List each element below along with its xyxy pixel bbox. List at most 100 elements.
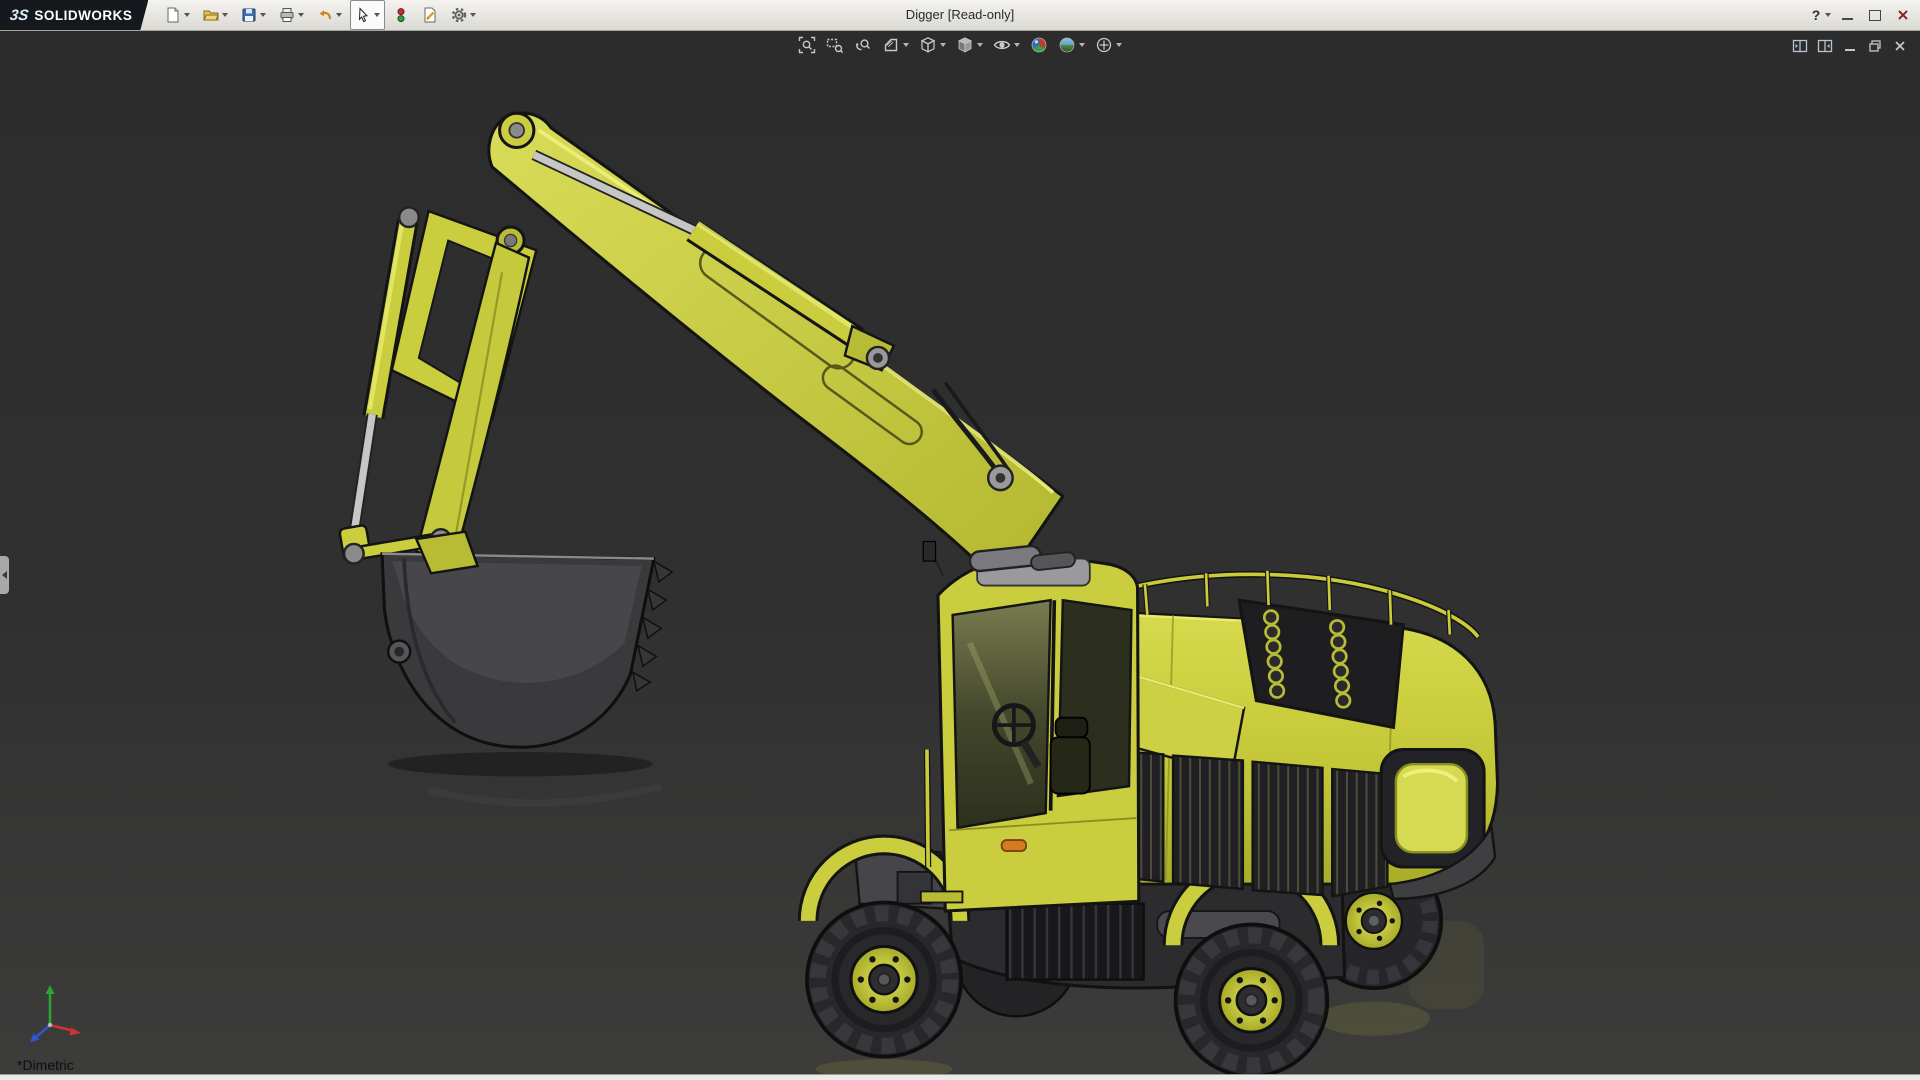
close-doc-icon	[1895, 41, 1905, 51]
close-button[interactable]	[1890, 4, 1916, 26]
viewport-3d-canvas[interactable]	[0, 30, 1920, 1075]
maximize-icon	[1869, 9, 1881, 21]
file-properties-button[interactable]	[417, 0, 443, 30]
new-document-icon	[167, 7, 179, 23]
chevron-down-icon[interactable]	[336, 13, 343, 17]
chevron-down-icon[interactable]	[977, 43, 983, 47]
grille-panel	[1331, 767, 1389, 898]
chevron-down-icon[interactable]	[903, 43, 909, 47]
zoom-to-area-icon	[826, 38, 844, 54]
rebuild-icon	[397, 8, 405, 23]
view-orientation-icon	[920, 37, 936, 53]
mirror	[922, 540, 937, 562]
zoom-to-fit-button[interactable]	[795, 34, 819, 56]
bucket-shadow	[388, 751, 653, 777]
view-orientation-button[interactable]	[916, 34, 949, 56]
chevron-down-icon[interactable]	[470, 13, 477, 17]
status-bar	[0, 1074, 1920, 1080]
solidworks-window: { "app": { "brand_mark": "3S", "brand": …	[0, 0, 1920, 1080]
rebuild-button[interactable]	[388, 0, 414, 30]
chevron-down-icon[interactable]	[940, 43, 946, 47]
wheel-front-near[interactable]	[805, 900, 964, 1059]
minimize-button[interactable]	[1834, 4, 1860, 26]
close-doc-button[interactable]	[1890, 37, 1910, 55]
cab[interactable]	[919, 540, 1141, 913]
help-button[interactable]: ?	[1806, 4, 1832, 26]
new-document-button[interactable]	[160, 0, 195, 30]
y-axis-arrow	[45, 985, 55, 994]
cab-handrail	[925, 749, 930, 867]
print-icon	[280, 8, 294, 22]
chevron-down-icon[interactable]	[1014, 43, 1020, 47]
brand-name: SOLIDWORKS	[34, 7, 133, 23]
solidworks-logo: 3S SOLIDWORKS	[0, 0, 148, 30]
select-cursor-icon	[359, 7, 369, 23]
maximize-button[interactable]	[1862, 4, 1888, 26]
chevron-down-icon[interactable]	[298, 13, 305, 17]
zoom-to-fit-icon	[798, 36, 816, 54]
chevron-down-icon[interactable]	[1079, 43, 1085, 47]
section-view-icon	[884, 38, 898, 52]
restore-doc-icon	[1869, 40, 1881, 52]
pane-split-left-icon	[1792, 39, 1808, 53]
chevron-down-icon[interactable]	[1116, 43, 1122, 47]
grille-panel	[1251, 760, 1324, 897]
minimize-doc-icon	[1845, 49, 1855, 51]
undo-button[interactable]	[312, 0, 347, 30]
document-window-controls	[1790, 37, 1910, 55]
undo-icon	[319, 10, 332, 20]
display-style-icon	[958, 37, 972, 53]
chevron-down-icon[interactable]	[1825, 13, 1831, 17]
chevron-down-icon[interactable]	[374, 13, 381, 17]
chevron-down-icon[interactable]	[184, 13, 191, 17]
pane-split-right-icon	[1817, 39, 1833, 53]
dassault-3ds-logo-icon: 3S	[8, 6, 30, 24]
display-style-button[interactable]	[953, 34, 986, 56]
main-toolbar	[160, 0, 481, 30]
previous-view-icon	[855, 39, 870, 51]
feature-manager-collapse-tab[interactable]	[0, 555, 9, 594]
wheel-rear-near[interactable]	[1173, 922, 1330, 1075]
previous-view-button[interactable]	[851, 34, 875, 56]
print-button[interactable]	[274, 0, 309, 30]
pane-split-left-button[interactable]	[1790, 37, 1810, 55]
open-icon	[203, 10, 220, 21]
rear-light-panel	[1394, 762, 1469, 854]
open-button[interactable]	[198, 0, 233, 30]
window-title: Digger [Read-only]	[905, 7, 1015, 22]
file-properties-icon	[424, 7, 436, 23]
view-settings-icon	[1096, 37, 1112, 53]
chevron-left-icon	[2, 570, 7, 579]
minimize-icon	[1841, 18, 1853, 20]
chevron-down-icon[interactable]	[222, 13, 229, 17]
close-icon	[1898, 10, 1908, 20]
save-icon	[242, 8, 256, 22]
hide-show-items-icon	[993, 40, 1011, 50]
options-button[interactable]	[446, 0, 481, 30]
apply-scene-icon	[1059, 37, 1075, 53]
cab-step	[919, 890, 964, 904]
graphics-viewport[interactable]: *Dimetric	[0, 30, 1920, 1075]
view-settings-button[interactable]	[1092, 34, 1125, 56]
save-button[interactable]	[236, 0, 271, 30]
seat	[1049, 736, 1091, 795]
grille-panel	[1171, 754, 1245, 891]
headsup-view-toolbar	[795, 34, 1125, 56]
select-button[interactable]	[350, 0, 386, 30]
hide-show-items-button[interactable]	[990, 34, 1023, 56]
orientation-triad	[30, 985, 81, 1043]
chevron-down-icon[interactable]	[260, 13, 267, 17]
minimize-doc-button[interactable]	[1840, 37, 1860, 55]
pane-split-right-button[interactable]	[1815, 37, 1835, 55]
view-orientation-label: *Dimetric	[17, 1057, 74, 1073]
options-gear-icon	[452, 7, 467, 23]
section-view-button[interactable]	[879, 34, 912, 56]
edit-appearance-icon	[1031, 37, 1047, 53]
edit-appearance-button[interactable]	[1027, 34, 1051, 56]
titlebar: 3S SOLIDWORKS Digger [Read-only] ?	[0, 0, 1920, 31]
door-handle	[1000, 839, 1028, 852]
restore-doc-button[interactable]	[1865, 37, 1885, 55]
zoom-to-area-button[interactable]	[823, 34, 847, 56]
x-axis-arrow	[69, 1027, 81, 1036]
apply-scene-button[interactable]	[1055, 34, 1088, 56]
